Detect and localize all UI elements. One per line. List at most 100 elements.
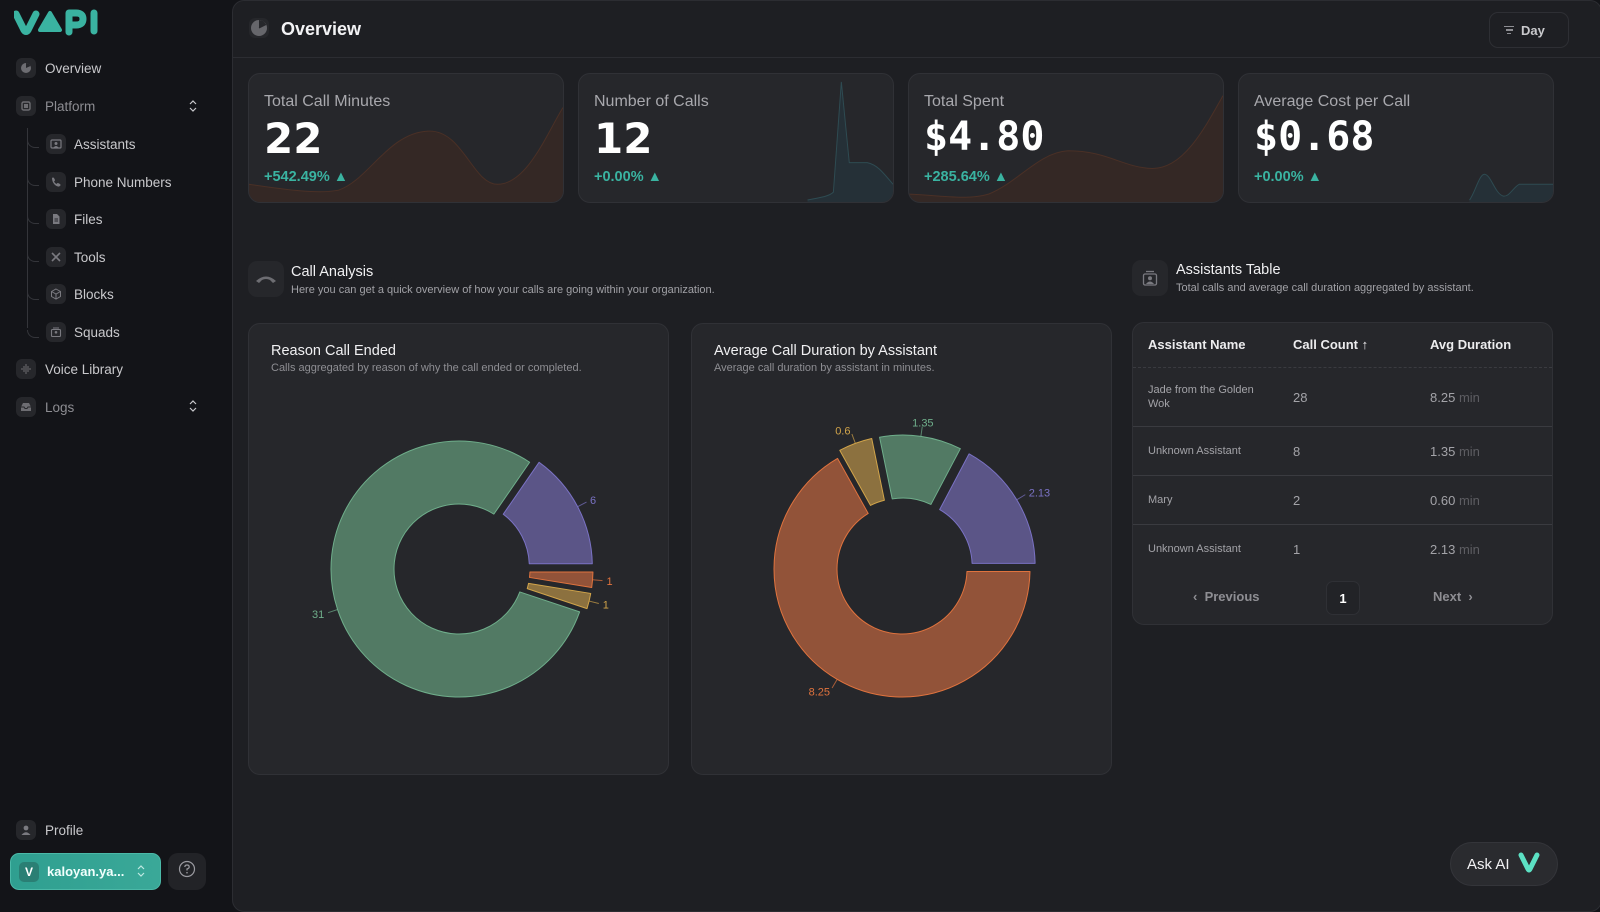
section-subtitle: Here you can get a quick overview of how… [291,284,715,296]
sidebar-item-label: Files [74,211,103,227]
vapi-logo[interactable] [12,8,100,41]
slice-label: 1 [603,599,609,611]
label-leader-line [831,679,838,689]
avg-unit: min [1458,542,1480,557]
stat-label: Number of Calls [594,93,709,110]
squad-icon [46,322,66,342]
chip-icon [16,96,36,116]
ask-ai-button[interactable]: Ask AI [1450,842,1558,886]
column-header-avg-duration[interactable]: Avg Duration [1430,337,1511,352]
column-header-assistant-name[interactable]: Assistant Name [1148,337,1246,352]
page-title: Overview [281,19,362,39]
assistants-table: Assistant Name Call Count ↑ Avg Duration… [1132,322,1553,625]
stat-change-text: +542.49% [264,169,330,185]
help-button[interactable] [168,853,206,890]
question-icon [178,860,196,883]
triangle-up-icon: ▲ [1307,169,1322,185]
label-leader-line [592,579,603,582]
stat-card-average-cost-per-call: Average Cost per Call $0.68 +0.00% ▲ [1238,73,1554,203]
slice-label: 2.13 [1029,488,1050,500]
sidebar-item-phone-numbers[interactable]: Phone Numbers [46,171,172,193]
avg-unit: min [1458,444,1480,459]
chart-card-avg-call-duration: Average Call Duration by Assistant Avera… [691,323,1112,775]
page-number-button[interactable]: 1 [1326,581,1360,615]
slice-label: 8.25 [809,686,830,698]
stat-change-text: +285.64% [924,169,990,185]
previous-page-button[interactable]: ‹ Previous [1193,589,1260,604]
sidebar-item-label: Profile [45,822,84,838]
label-leader-line [327,609,338,614]
stat-change: +542.49% ▲ [264,169,348,185]
sidebar-item-logs[interactable]: Logs [16,395,74,419]
cell-call-count: 8 [1293,444,1301,459]
tree-branch [27,330,39,338]
sidebar-item-tools[interactable]: Tools [46,246,106,268]
cell-call-count: 28 [1293,390,1308,405]
sidebar-item-label: Logs [45,399,75,415]
cell-assistant-name: Unknown Assistant [1148,543,1241,555]
org-name: kaloyan.ya... [47,864,125,879]
table-row[interactable]: Jade from the Golden Wok 28 8.25 min [1133,368,1552,427]
next-page-button[interactable]: Next › [1433,589,1473,604]
sidebar-item-label: Phone Numbers [74,174,172,190]
slice-label: 31 [312,609,324,621]
vapi-v-icon [1518,851,1540,878]
slice-label: 0.6 [835,425,850,437]
cell-assistant-name: Jade from the Golden Wok [1148,384,1254,410]
chevron-right-icon: › [1468,589,1473,604]
donut-slice[interactable] [939,453,1036,564]
app: Overview Platform Assistants Phone Numbe… [0,0,1600,912]
stat-value: 12 [594,114,653,163]
filter-icon [1504,25,1514,35]
table-row[interactable]: Unknown Assistant 1 2.13 min [1133,525,1552,574]
sidebar-item-files[interactable]: Files [46,208,103,230]
tree-branch [27,254,39,262]
cell-avg-duration: 1.35 min [1430,444,1480,459]
sidebar-item-assistants[interactable]: Assistants [46,133,136,155]
phone-icon [46,172,66,192]
sidebar-item-overview[interactable]: Overview [16,56,101,80]
triangle-up-icon: ▲ [333,169,349,185]
sidebar-item-voice-library[interactable]: Voice Library [16,357,123,381]
chevron-up-down-icon[interactable] [186,399,200,413]
avg-unit: min [1458,493,1480,508]
table-row[interactable]: Unknown Assistant 8 1.35 min [1133,427,1552,476]
sidebar-item-platform[interactable]: Platform [16,94,95,118]
column-header-call-count[interactable]: Call Count ↑ [1293,337,1368,352]
stat-card-total-spent: Total Spent $4.80 +285.64% ▲ [908,73,1224,203]
stat-value: $0.68 [1254,114,1375,160]
sidebar-item-profile[interactable]: Profile [16,818,83,842]
tree-branch [27,292,39,300]
stat-label: Total Spent [924,93,1005,110]
assistant-icon [46,134,66,154]
stat-change: +0.00% ▲ [1254,169,1322,185]
slice-label: 6 [590,495,596,507]
cell-call-count: 1 [1293,542,1301,557]
stat-change: +0.00% ▲ [594,169,662,185]
sidebar-item-label: Platform [45,98,96,114]
section-title: Call Analysis [291,264,374,280]
pie-chart-icon [16,58,36,78]
org-switcher[interactable]: V kaloyan.ya... [10,853,161,890]
org-avatar: V [19,861,39,882]
sidebar-item-label: Assistants [74,136,136,152]
label-leader-line [1016,494,1026,501]
stat-value: 22 [264,114,323,163]
donut-chart: 6 31 1 1 [312,440,613,698]
avg-value: 0.60 [1430,493,1456,508]
pie-chart-icon [249,18,269,38]
cell-call-count: 2 [1293,493,1301,508]
sidebar-item-blocks[interactable]: Blocks [46,283,114,305]
avg-unit: min [1458,390,1480,405]
chevron-up-down-icon[interactable] [186,99,200,113]
sidebar-item-squads[interactable]: Squads [46,321,120,343]
phone-hangup-icon [248,261,284,297]
sidebar-item-label: Squads [74,324,120,340]
period-filter-button[interactable]: Day [1489,12,1569,48]
chart-card-reason-call-ended: Reason Call Ended Calls aggregated by re… [248,323,669,775]
cube-icon [46,284,66,304]
label-leader-line [588,600,599,604]
ask-ai-label: Ask AI [1467,855,1510,873]
table-row[interactable]: Mary 2 0.60 min [1133,476,1552,525]
inbox-icon [16,397,36,417]
